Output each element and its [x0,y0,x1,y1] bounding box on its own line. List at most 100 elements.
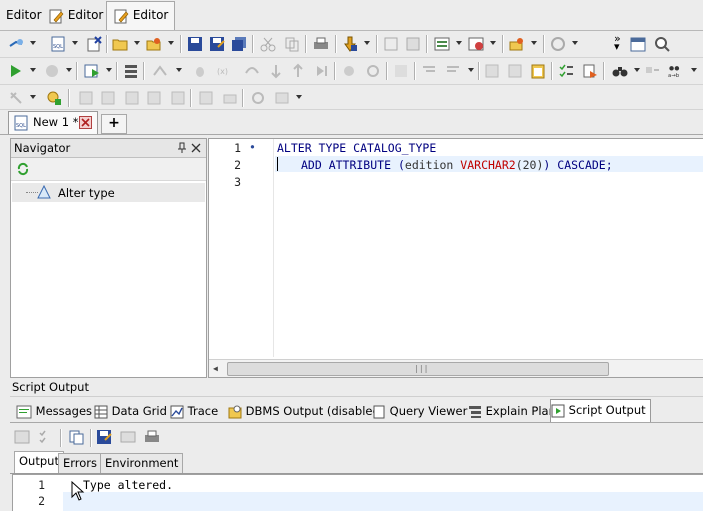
dropdown-arrow-icon[interactable] [296,95,302,99]
line-number: 2 [38,494,45,508]
dropdown-arrow-icon[interactable] [531,41,537,45]
find-next-icon [646,67,659,73]
tab-script-output[interactable]: Script Output [550,399,651,422]
query-viewer-icon [373,405,385,418]
window-tab-bar: Editor Editor Editor [0,0,703,31]
run-in-window-icon[interactable] [84,63,100,79]
copy-icon [285,37,299,52]
tab-environment[interactable]: Environment [100,453,184,473]
save-as-icon[interactable] [209,36,225,52]
erase-icon [223,94,237,104]
window-tab-editor-1[interactable]: Editor [0,2,48,28]
dropdown-arrow-icon[interactable] [30,95,36,99]
horizontal-scrollbar[interactable]: ◀ ||| [209,359,703,377]
window-tab-editor-2[interactable]: Editor [42,2,109,28]
bug-icon [196,67,204,77]
edit-document-icon [49,9,64,23]
describe-icon [101,91,115,105]
close-icon[interactable] [191,143,201,153]
scroll-left-arrow-icon[interactable]: ◀ [213,364,218,373]
open-recent-icon[interactable] [146,36,162,52]
breakpoint-icon [344,66,354,76]
more-chevron-icon[interactable]: » ▾ [614,33,621,52]
dropdown-arrow-icon[interactable] [691,68,697,72]
tab-messages[interactable]: Messages [16,401,92,421]
execute-icon[interactable] [342,36,358,52]
open-folder-icon[interactable] [112,36,128,52]
object-browser-icon[interactable] [46,90,62,106]
checklist-disabled-icon [39,430,46,444]
tab-output[interactable]: Output [14,451,64,473]
sql-file-icon: SQL [14,115,28,131]
template-icon [79,91,93,105]
binoculars-icon[interactable] [612,63,628,79]
close-tab-icon[interactable] [79,116,92,129]
comment-icon [485,64,499,78]
close-sql-icon[interactable] [86,36,102,52]
save-output-icon[interactable] [96,429,112,445]
zoom-icon[interactable] [654,36,670,52]
calendar-icon[interactable] [630,36,646,52]
tab-dbms-output[interactable]: DBMS Output (disabled) [228,401,384,421]
navigator-header: Navigator [11,139,206,158]
explain-plan-icon[interactable] [123,63,139,79]
doc-tab-new-1[interactable]: SQL New 1 * [8,111,98,134]
dropdown-arrow-icon[interactable] [490,41,496,45]
commit-icon [384,37,398,51]
new-tab-button[interactable]: + [101,114,127,134]
dropdown-arrow-icon[interactable] [66,68,72,72]
outdent-icon [447,66,459,72]
clear-output-icon [120,431,136,443]
watch-icon [367,65,379,77]
scrollbar-thumb[interactable]: ||| [227,362,609,376]
checklist-icon[interactable] [558,63,574,79]
tab-data-grid[interactable]: Data Grid [94,401,167,421]
script-output-title: Script Output [12,380,89,394]
print-icon[interactable] [313,36,329,52]
save-all-icon[interactable] [231,36,247,52]
output-subtab-bar: Output Errors Environment [10,451,703,474]
sql-editor[interactable]: 1 • 2 3 ALTER TYPE CATALOG_TYPE ADD ATTR… [208,138,703,378]
run-script-icon[interactable] [8,63,24,79]
columns-icon [199,91,213,105]
refresh-icon [252,92,264,104]
dropdown-arrow-icon[interactable] [134,41,140,45]
dropdown-arrow-icon[interactable] [634,68,640,72]
format-sql-icon[interactable] [582,63,598,79]
tab-trace[interactable]: Trace [170,401,218,421]
dropdown-arrow-icon[interactable] [456,41,462,45]
tab-query-viewer[interactable]: Query Viewer [372,401,467,421]
copy-output-icon[interactable] [68,429,84,445]
history-icon [551,37,565,51]
image-icon [275,92,289,104]
sql-window-icon[interactable]: SQL [50,36,66,52]
dropdown-arrow-icon[interactable] [30,41,36,45]
tab-errors[interactable]: Errors [58,453,103,473]
dropdown-arrow-icon [176,68,182,72]
replace-icon[interactable]: a→b [668,63,684,79]
dropdown-arrow-icon[interactable] [168,41,174,45]
pin-icon[interactable] [177,142,187,154]
connect-icon[interactable] [8,36,24,52]
tools-icon[interactable] [509,36,525,52]
dropdown-arrow-icon[interactable] [106,68,112,72]
stop-icon [46,65,58,77]
dropdown-arrow-icon[interactable] [72,41,78,45]
clipboard-icon[interactable] [530,63,546,79]
window-tab-editor-3[interactable]: Editor [106,1,176,30]
data-grid-icon [94,405,108,418]
print-output-icon[interactable] [144,429,160,445]
export-icon[interactable] [434,36,450,52]
output-text-area[interactable]: 1 2 Type altered. [12,474,703,511]
save-icon[interactable] [187,36,203,52]
rollback-icon [406,37,420,51]
navigator-item-alter-type[interactable]: Alter type [12,183,205,202]
dropdown-arrow-icon[interactable] [30,68,36,72]
refresh-icon[interactable] [16,162,30,176]
dropdown-arrow-icon[interactable] [572,41,578,45]
import-icon[interactable] [468,36,484,52]
dropdown-arrow-icon[interactable] [364,41,370,45]
svg-text:a→b: a→b [668,73,680,79]
grid-icon [125,91,139,105]
tab-explain-plan[interactable]: Explain Plan [468,401,556,421]
